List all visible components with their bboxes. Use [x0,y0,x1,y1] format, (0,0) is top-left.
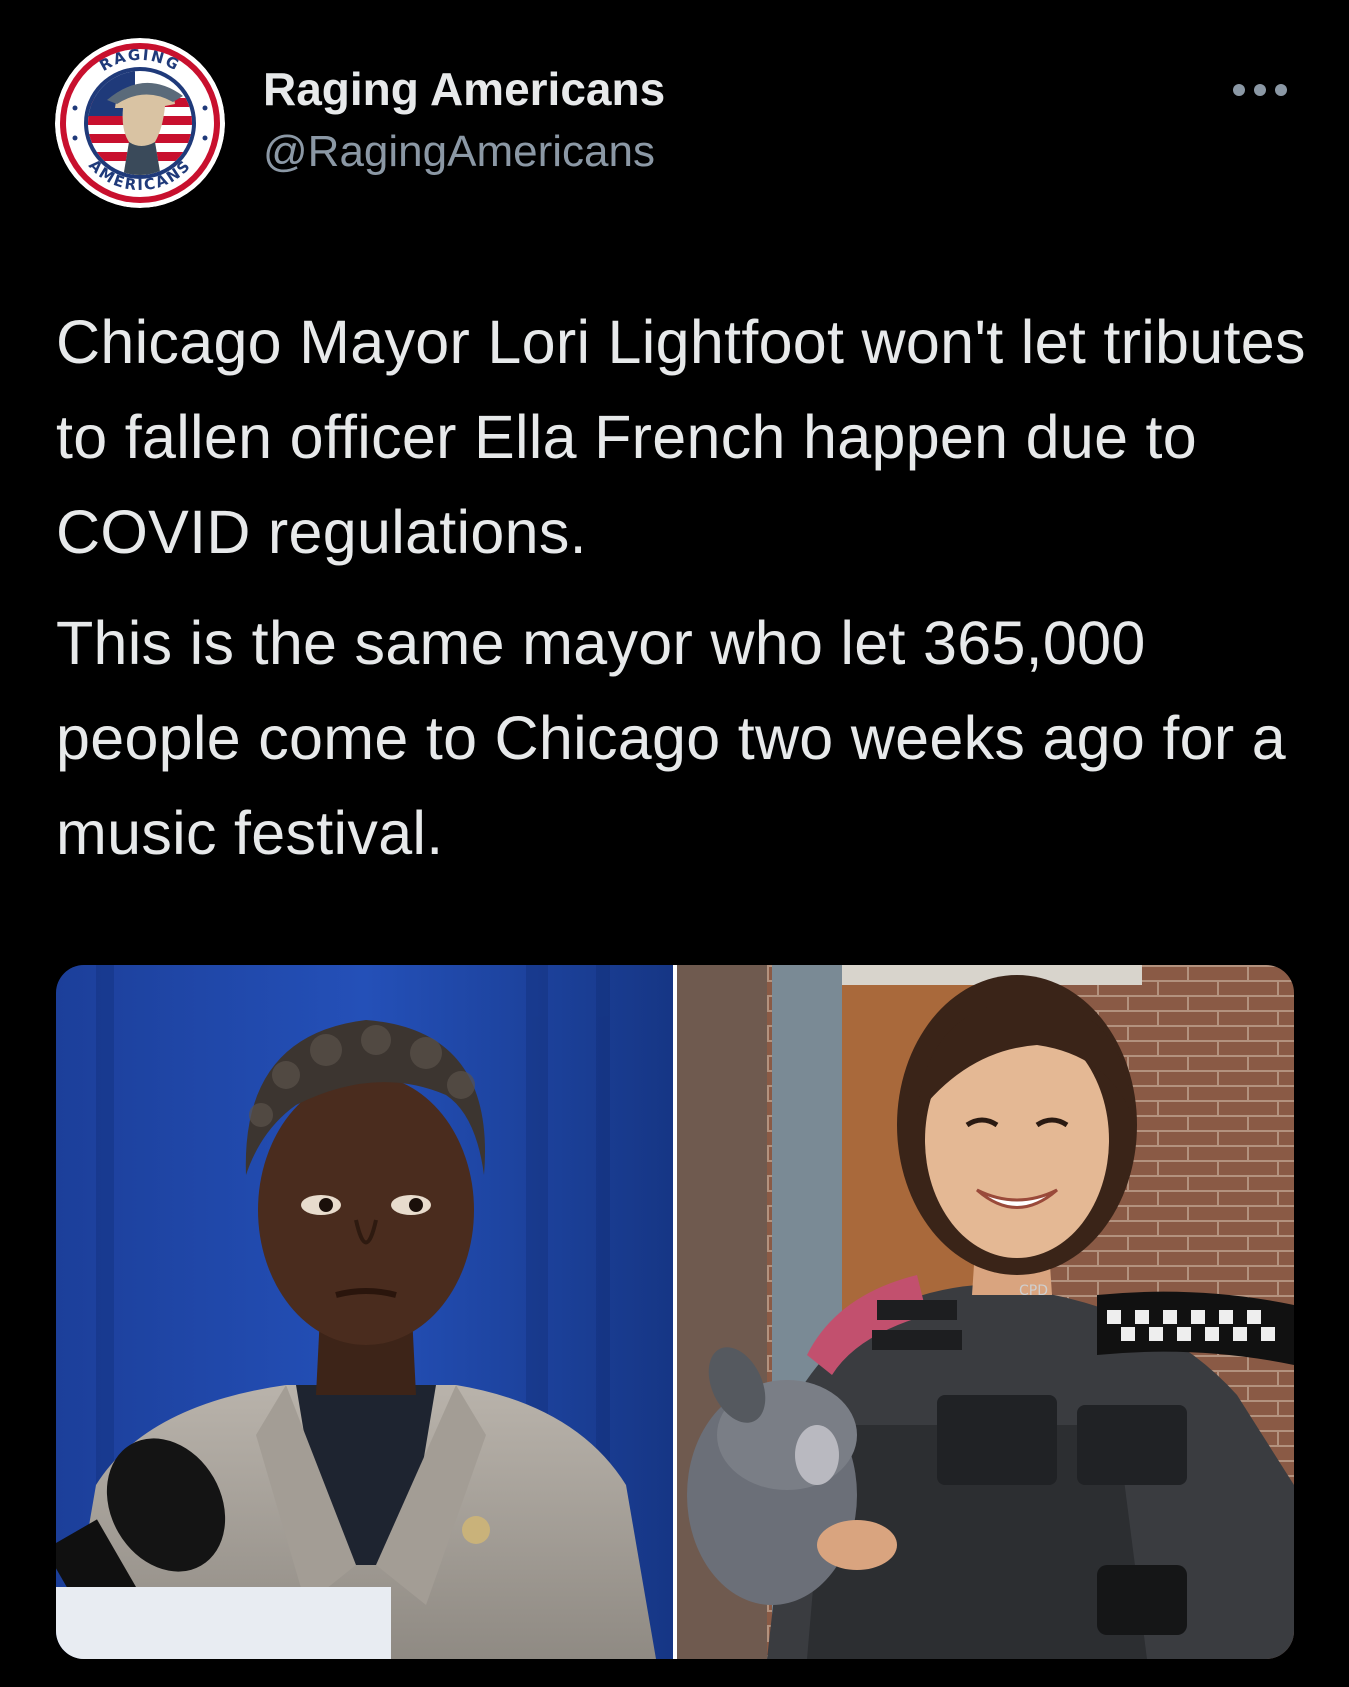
more-options-button[interactable] [1225,70,1295,110]
account-handle[interactable]: @RagingAmericans [263,127,655,177]
photo-left[interactable] [56,965,673,1659]
avatar[interactable]: RAGING AMERICANS [55,38,225,208]
photo-lori-lightfoot-icon [56,965,673,1659]
photo-ella-french-icon: CPD [677,965,1294,1659]
photo-right[interactable]: CPD [677,965,1294,1659]
tweet-paragraph-1: Chicago Mayor Lori Lightfoot won't let t… [56,308,1306,566]
tweet-paragraph-2: This is the same mayor who let 365,000 p… [56,609,1286,867]
more-horizontal-icon [1233,84,1287,96]
tweet-card: RAGING AMERICANS Raging Americans @Ragin… [0,0,1349,1687]
tweet-media[interactable]: CPD [56,965,1294,1659]
tweet-text: Chicago Mayor Lori Lightfoot won't let t… [56,295,1316,881]
svg-text:CPD: CPD [1019,1283,1048,1299]
raging-americans-logo-icon: RAGING AMERICANS [55,38,225,208]
display-name[interactable]: Raging Americans [263,62,665,116]
